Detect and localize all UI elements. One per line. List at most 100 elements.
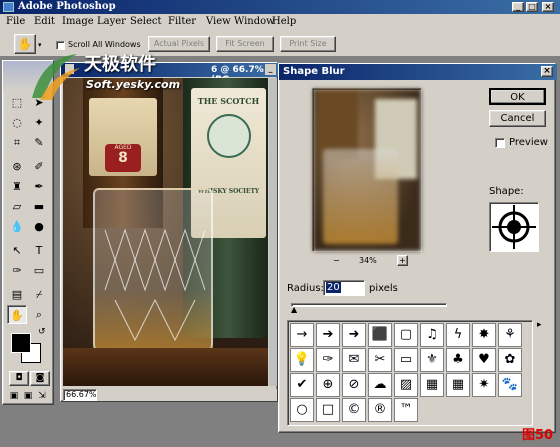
menu-image[interactable]: Image bbox=[62, 16, 94, 27]
watermark-url-text: Soft.yesky.com bbox=[86, 78, 181, 91]
zoom-in-button[interactable]: + bbox=[397, 255, 408, 266]
shape-option[interactable]: ⬛ bbox=[368, 323, 392, 347]
shape-option[interactable]: ▢ bbox=[394, 323, 418, 347]
shape-option[interactable]: ♫ bbox=[420, 323, 444, 347]
shape-option[interactable]: ☁ bbox=[368, 373, 392, 397]
menu-file[interactable]: File bbox=[6, 16, 25, 27]
shape-option[interactable]: ▦ bbox=[446, 373, 470, 397]
shape-option[interactable]: ✔ bbox=[290, 373, 314, 397]
zoom-field[interactable]: 66.67% bbox=[63, 389, 97, 401]
shape-option[interactable]: ⊘ bbox=[342, 373, 366, 397]
shape-option[interactable]: ™ bbox=[394, 398, 418, 422]
shape-option[interactable]: ⚘ bbox=[498, 323, 522, 347]
eyedropper-icon[interactable]: ⌿ bbox=[29, 285, 49, 304]
maximize-button[interactable]: □ bbox=[526, 2, 538, 12]
shape-option[interactable]: ✸ bbox=[472, 323, 496, 347]
fit-screen-button[interactable]: Fit Screen bbox=[216, 36, 274, 52]
document-minimize-button[interactable]: _ bbox=[265, 64, 276, 75]
gradient-tool-icon[interactable]: ▬ bbox=[29, 197, 49, 216]
toolbox: ⬚ ➤ ◌ ✦ ⌗ ✎ ⊛ ✐ ♜ ✒ ▱ ▬ 💧 ● ↖ T ✑ ▭ ▤ ⌿ … bbox=[2, 60, 54, 405]
dialog-close-button[interactable]: × bbox=[541, 66, 553, 77]
path-selection-icon[interactable]: ↖ bbox=[7, 241, 27, 260]
preview-label: Preview bbox=[509, 137, 548, 148]
menu-select[interactable]: Select bbox=[130, 16, 162, 27]
shape-option[interactable]: 🐾 bbox=[498, 373, 522, 397]
shape-option[interactable]: □ bbox=[316, 398, 340, 422]
dialog-title-bar: Shape Blur × bbox=[279, 64, 557, 80]
quick-mask-icon[interactable]: ◙ bbox=[30, 371, 50, 386]
history-brush-icon[interactable]: ✒ bbox=[29, 177, 49, 196]
menu-bar: File Edit Image Layer Select Filter View… bbox=[0, 14, 560, 31]
minimize-button[interactable]: _ bbox=[512, 2, 524, 12]
swap-colors-icon[interactable]: ↺ bbox=[38, 327, 46, 337]
crop-tool-icon[interactable]: ⌗ bbox=[7, 133, 27, 152]
print-size-button[interactable]: Print Size bbox=[280, 36, 336, 52]
zoom-tool-icon[interactable]: ⌕ bbox=[29, 305, 49, 324]
foreground-color-swatch[interactable] bbox=[11, 333, 31, 353]
shape-option[interactable]: → bbox=[290, 323, 314, 347]
ok-button[interactable]: OK bbox=[489, 88, 546, 105]
shape-option[interactable]: ▦ bbox=[420, 373, 444, 397]
screen-mode-standard-icon[interactable]: ▣ bbox=[7, 389, 21, 403]
healing-brush-icon[interactable]: ⊛ bbox=[7, 157, 27, 176]
shape-option[interactable]: ϟ bbox=[446, 323, 470, 347]
shape-option[interactable]: ♣ bbox=[446, 348, 470, 372]
menu-filter[interactable]: Filter bbox=[168, 16, 196, 27]
type-tool-icon[interactable]: T bbox=[29, 241, 49, 260]
hand-tool-icon[interactable]: ✋ bbox=[7, 305, 27, 324]
menu-edit[interactable]: Edit bbox=[34, 16, 55, 27]
preview-zoom-value: 34% bbox=[359, 256, 377, 265]
radius-unit: pixels bbox=[369, 283, 398, 294]
blur-tool-icon[interactable]: 💧 bbox=[7, 217, 27, 236]
shape-option[interactable]: ➔ bbox=[316, 323, 340, 347]
document-status-bar: 66.67% bbox=[63, 389, 277, 401]
shape-blur-dialog: Shape Blur × OK Cancel Preview − 34% + S… bbox=[278, 63, 557, 433]
shape-option[interactable]: ✉ bbox=[342, 348, 366, 372]
shape-option[interactable]: ✂ bbox=[368, 348, 392, 372]
shape-option[interactable]: ➜ bbox=[342, 323, 366, 347]
shape-option[interactable]: ▨ bbox=[394, 373, 418, 397]
selected-shape-preview bbox=[489, 202, 539, 252]
shape-option[interactable]: ⊕ bbox=[316, 373, 340, 397]
pen-tool-icon[interactable]: ✑ bbox=[7, 261, 27, 280]
cancel-button[interactable]: Cancel bbox=[489, 110, 546, 127]
menu-layer[interactable]: Layer bbox=[97, 16, 126, 27]
magic-wand-icon[interactable]: ✦ bbox=[29, 113, 49, 132]
preview-checkbox[interactable] bbox=[495, 138, 505, 148]
eraser-tool-icon[interactable]: ▱ bbox=[7, 197, 27, 216]
close-button[interactable]: × bbox=[542, 2, 554, 12]
shape-option[interactable]: ✑ bbox=[316, 348, 340, 372]
shape-option[interactable]: ▭ bbox=[394, 348, 418, 372]
shape-picker-menu-icon[interactable]: ▸ bbox=[537, 320, 542, 330]
app-title-bar: Adobe Photoshop _ □ × bbox=[0, 0, 560, 14]
shape-option[interactable]: ✿ bbox=[498, 348, 522, 372]
menu-window[interactable]: Window bbox=[234, 16, 275, 27]
zoom-out-button[interactable]: − bbox=[333, 256, 340, 265]
clone-stamp-icon[interactable]: ♜ bbox=[7, 177, 27, 196]
dodge-tool-icon[interactable]: ● bbox=[29, 217, 49, 236]
shape-option[interactable]: ® bbox=[368, 398, 392, 422]
notes-tool-icon[interactable]: ▤ bbox=[7, 285, 27, 304]
screen-mode-full-icon[interactable]: ▣ bbox=[21, 389, 35, 403]
crosshair-target-icon bbox=[492, 205, 536, 249]
jump-to-imageready-icon[interactable]: ⇲ bbox=[35, 389, 49, 403]
slice-tool-icon[interactable]: ✎ bbox=[29, 133, 49, 152]
shape-option[interactable]: ○ bbox=[290, 398, 314, 422]
shape-tool-icon[interactable]: ▭ bbox=[29, 261, 49, 280]
brush-tool-icon[interactable]: ✐ bbox=[29, 157, 49, 176]
radius-label: Radius: bbox=[287, 283, 324, 294]
radius-slider-track[interactable] bbox=[291, 303, 447, 307]
shape-option[interactable]: 💡 bbox=[290, 348, 314, 372]
standard-mode-icon[interactable]: ◘ bbox=[9, 371, 29, 386]
lasso-tool-icon[interactable]: ◌ bbox=[7, 113, 27, 132]
menu-view[interactable]: View bbox=[206, 16, 231, 27]
shape-option[interactable]: ✷ bbox=[472, 373, 496, 397]
blur-preview-image[interactable] bbox=[313, 89, 421, 251]
shape-option[interactable]: © bbox=[342, 398, 366, 422]
shape-option[interactable]: ♥ bbox=[472, 348, 496, 372]
shape-option[interactable]: ⚜ bbox=[420, 348, 444, 372]
menu-help[interactable]: Help bbox=[272, 16, 296, 27]
radius-input[interactable]: 20 bbox=[323, 280, 365, 296]
document-scrollbar[interactable] bbox=[269, 78, 277, 386]
radius-slider-handle[interactable]: ▲ bbox=[291, 305, 297, 314]
